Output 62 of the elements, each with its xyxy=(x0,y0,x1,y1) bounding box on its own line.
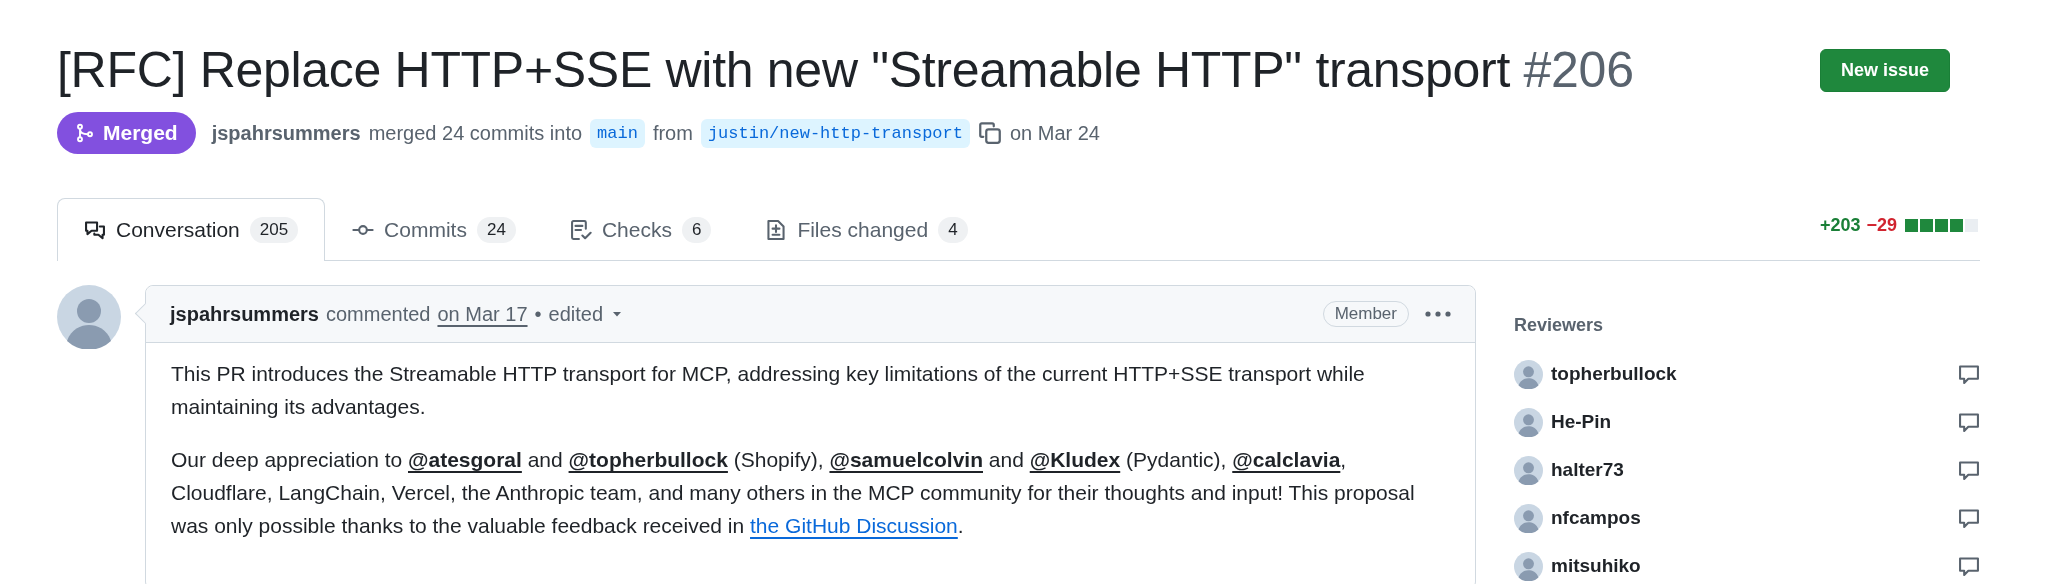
comment-icon xyxy=(1958,507,1980,529)
tab-label: Checks xyxy=(601,218,672,242)
reviewer-link[interactable]: topherbullock xyxy=(1514,359,1677,389)
merge-icon xyxy=(75,123,95,143)
tab[interactable]: Checks 6 xyxy=(542,198,739,261)
checklist-icon xyxy=(569,219,592,241)
comment-icon xyxy=(1958,555,1980,577)
page-title: [RFC] Replace HTTP+SSE with new "Streamable HTTP" transport #206 xyxy=(57,41,1634,100)
tab[interactable]: Commits 24 xyxy=(325,198,543,261)
reviewer-link[interactable]: halter73 xyxy=(1514,455,1624,485)
avatar-icon xyxy=(1514,551,1543,581)
comment-icon xyxy=(1958,459,1980,481)
author-link[interactable]: jspahrsummers xyxy=(211,121,361,145)
avatar-icon xyxy=(1514,455,1543,485)
comment-date-link[interactable]: on Mar 17 xyxy=(437,302,528,326)
avatar-icon xyxy=(1514,359,1543,389)
conversation-icon xyxy=(84,219,106,241)
copy-button[interactable] xyxy=(977,121,1002,145)
comment-action: commented xyxy=(325,302,431,326)
deletions-count: −29 xyxy=(1866,215,1897,236)
reviewers-heading: Reviewers xyxy=(1514,315,1605,336)
comment-icon xyxy=(1958,363,1980,385)
issue-number: #206 xyxy=(1523,42,1634,98)
more-options-button[interactable] xyxy=(1425,311,1451,317)
tab-count: 4 xyxy=(938,217,968,243)
tab-label: Files changed xyxy=(797,218,929,242)
mention-link[interactable]: @Kludex xyxy=(1029,448,1121,471)
new-issue-button[interactable]: New issue xyxy=(1819,48,1950,92)
tab-label: Conversation xyxy=(116,218,240,242)
kebab-icon xyxy=(1425,311,1451,317)
additions-count: +203 xyxy=(1819,215,1861,236)
edited-dropdown[interactable]: edited xyxy=(548,302,624,326)
comment-paragraph: Our deep appreciation to @atesgoral and @topherbullock (Shopify), @samuelcolvin and @Kludex (Pydantic), @calclavia, Cloudflare, LangChain, Vercel, the Anthropic team, and many others in the MCP community for their thoughts and input! This proposal was only possible thanks to the valuable feedback received in the GitHub Discussion. xyxy=(171,447,1416,539)
avatar-icon xyxy=(1514,503,1543,533)
reviewer-link[interactable]: nfcampos xyxy=(1514,503,1641,533)
mention-link[interactable]: @atesgoral xyxy=(408,448,522,471)
reviewer-link[interactable]: He-Pin xyxy=(1514,407,1612,437)
merge-text: merged 24 commits into xyxy=(368,121,583,145)
merge-date: on Mar 24 xyxy=(1009,121,1100,145)
copy-icon xyxy=(977,121,1002,145)
mention-link[interactable]: @topherbullock xyxy=(568,448,728,471)
from-text: from xyxy=(652,121,693,145)
mention-link[interactable]: @calclavia xyxy=(1232,448,1341,471)
branch-link[interactable]: justin/new-http-transport xyxy=(700,118,970,148)
file-diff-icon xyxy=(765,219,788,241)
mention-link[interactable]: @samuelcolvin xyxy=(829,448,983,471)
reviewer-link[interactable]: mitsuhiko xyxy=(1514,551,1641,581)
avatar-icon xyxy=(1514,407,1543,437)
branch-link[interactable]: main xyxy=(590,118,645,148)
tab-label: Commits xyxy=(384,218,467,242)
comment-icon xyxy=(1958,411,1980,433)
discussion-link[interactable]: the GitHub Discussion xyxy=(750,514,958,537)
tab[interactable]: Files changed 4 xyxy=(738,198,995,261)
author-link[interactable]: jspahrsummers xyxy=(170,302,319,326)
tab[interactable]: Conversation 205 xyxy=(57,198,326,261)
comment-paragraph: This PR introduces the Streamable HTTP transport for MCP, addressing key limitations of the current HTTP+SSE transport while maintaining its advantages. xyxy=(171,361,1366,420)
tab-count: 24 xyxy=(476,217,516,243)
avatar-icon xyxy=(57,285,121,349)
merged-badge: Merged xyxy=(57,112,196,154)
tab-count: 205 xyxy=(249,217,299,243)
tab-count: 6 xyxy=(681,217,712,243)
separator-dot: • xyxy=(534,302,542,326)
